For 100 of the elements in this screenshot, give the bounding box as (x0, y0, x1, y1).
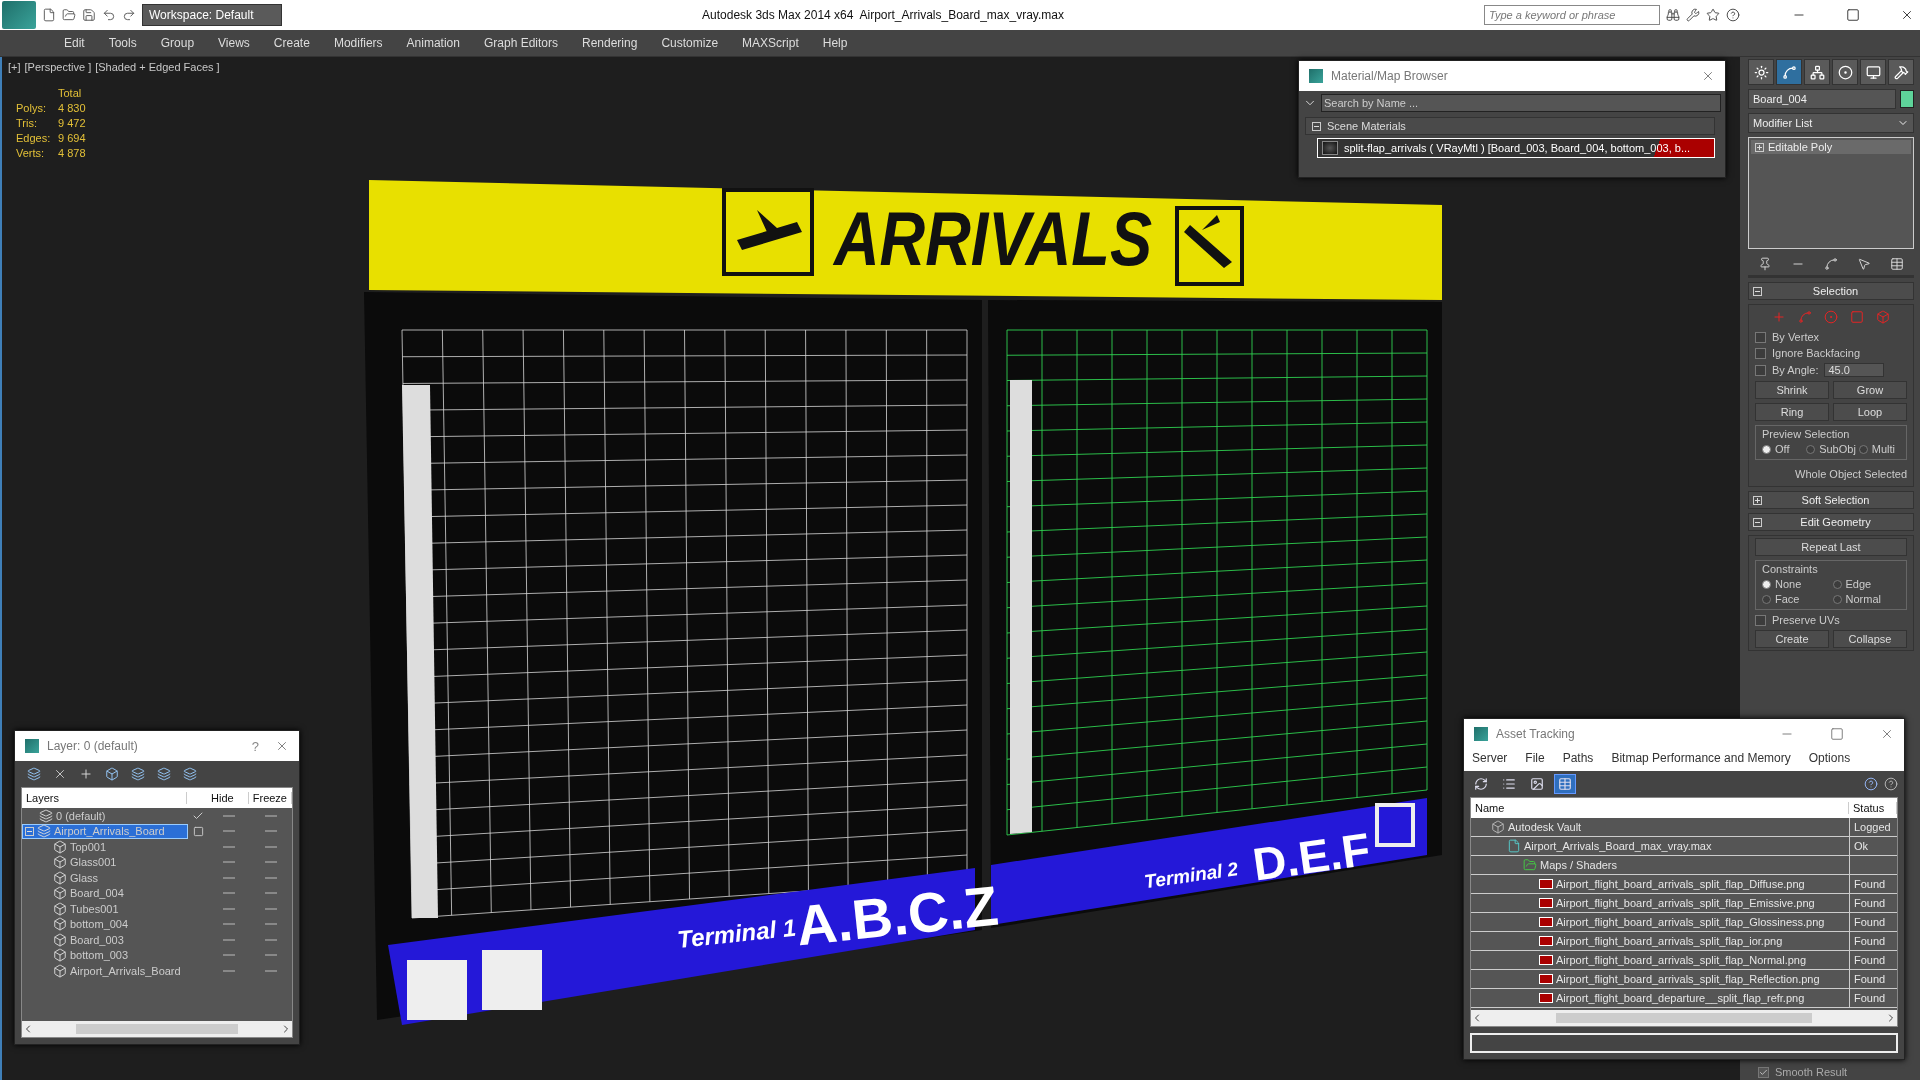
wrench-icon[interactable] (1686, 8, 1700, 22)
object-name-field[interactable]: Board_004 (1748, 89, 1896, 109)
search-field[interactable]: Search by Name ... (1321, 94, 1721, 112)
radio-dot[interactable] (1762, 579, 1771, 589)
close-icon[interactable] (1900, 8, 1914, 22)
object-name[interactable]: bottom_003 (70, 949, 129, 962)
menu-item[interactable]: Paths (1562, 751, 1594, 765)
panel-tab[interactable] (1776, 59, 1802, 85)
freeze-toggle[interactable] (265, 954, 277, 957)
horizontal-scrollbar[interactable] (22, 1021, 292, 1037)
expand-icon[interactable] (1312, 121, 1321, 131)
panel-tab[interactable] (1804, 59, 1830, 85)
menu-item[interactable]: Graph Editors (471, 36, 570, 50)
radio-dot[interactable] (1762, 594, 1771, 604)
menu-item[interactable]: Customize (649, 36, 731, 50)
select-object-icon[interactable] (105, 767, 119, 781)
search-field[interactable]: Type a keyword or phrase (1484, 5, 1660, 25)
freeze-layer-icon[interactable] (183, 767, 197, 781)
asset-row[interactable]: Airport_flight_board_arrivals_split_flap_Reflection.png Found (1471, 970, 1897, 989)
panel-tab[interactable] (1832, 59, 1858, 85)
hide-toggle[interactable] (223, 814, 235, 817)
hide-toggle[interactable] (223, 954, 235, 957)
rollout-header[interactable]: Edit Geometry (1748, 513, 1914, 531)
radio-option[interactable]: Normal (1832, 593, 1900, 605)
expand-icon[interactable] (1753, 495, 1762, 505)
expand-icon[interactable] (1755, 142, 1764, 152)
object-color-swatch[interactable] (1900, 90, 1914, 108)
freeze-toggle[interactable] (265, 861, 277, 864)
panel-tab[interactable] (1888, 59, 1914, 85)
new-layer-icon[interactable] (27, 767, 41, 781)
group-header[interactable]: Scene Materials (1305, 117, 1715, 135)
object-name[interactable]: bottom_004 (70, 918, 129, 931)
rollout-header[interactable]: Soft Selection (1748, 491, 1914, 509)
configure-icon[interactable] (1890, 257, 1905, 271)
checkbox[interactable] (1755, 614, 1766, 626)
border-icon[interactable] (1824, 310, 1838, 324)
object-name[interactable]: Airport_Arrivals_Board (70, 964, 181, 977)
stack-item[interactable]: Editable Poly (1751, 140, 1911, 154)
menu-item[interactable]: Bitmap Performance and Memory (1611, 751, 1791, 765)
asset-row[interactable]: Airport_Arrivals_Board_max_vray.max Ok (1471, 837, 1897, 856)
hide-toggle[interactable] (223, 876, 235, 879)
panel-tab[interactable] (1748, 59, 1774, 85)
undo-icon[interactable] (102, 8, 116, 22)
freeze-toggle[interactable] (265, 907, 277, 910)
asset-row[interactable]: Airport_flight_board_arrivals_split_flap_Diffuse.png Found (1471, 875, 1897, 894)
maximize-icon[interactable] (1846, 8, 1860, 22)
help-button[interactable]: ? (243, 738, 267, 754)
radio-option[interactable]: Edge (1832, 578, 1900, 590)
hide-toggle[interactable] (223, 830, 235, 833)
asset-row[interactable]: Autodesk Vault Logged (1471, 818, 1897, 837)
menu-item[interactable]: Animation (394, 36, 472, 50)
asset-row[interactable]: Airport_flight_board_arrivals_split_flap_Normal.png Found (1471, 951, 1897, 970)
viewport-label[interactable]: [Perspective ] (24, 61, 92, 73)
radio-option[interactable]: Multi (1858, 443, 1900, 455)
rollout-button[interactable]: Create (1755, 630, 1829, 648)
menu-item[interactable]: Help (810, 36, 860, 50)
rollout-header[interactable]: Selection (1748, 282, 1914, 300)
view-button[interactable] (1554, 774, 1576, 794)
element-icon[interactable] (1876, 310, 1890, 324)
column-header[interactable]: Status (1849, 802, 1897, 814)
delete-icon[interactable] (53, 767, 67, 781)
menu-item[interactable]: Options (1808, 751, 1851, 765)
pointer-icon[interactable] (1857, 257, 1872, 271)
hide-toggle[interactable] (223, 892, 235, 895)
redo-icon[interactable] (122, 8, 136, 22)
menu-item[interactable]: MAXScript (730, 36, 811, 50)
hide-toggle[interactable] (223, 861, 235, 864)
help-icon[interactable] (1726, 8, 1740, 22)
hide-toggle[interactable] (223, 845, 235, 848)
radio-dot[interactable] (1832, 579, 1842, 589)
asset-row[interactable]: Airport_flight_board_arrivals_split_flap_Emissive.png Found (1471, 894, 1897, 913)
column-header[interactable]: Name (1471, 802, 1849, 814)
freeze-toggle[interactable] (265, 892, 277, 895)
freeze-toggle[interactable] (265, 876, 277, 879)
checkbox-icon[interactable] (192, 825, 204, 837)
panel-tab[interactable] (1860, 59, 1886, 85)
radio-dot[interactable] (1806, 444, 1816, 454)
maximize-icon[interactable] (1830, 727, 1844, 741)
menu-item[interactable]: Tools (96, 36, 149, 50)
object-name[interactable]: Glass001 (70, 856, 117, 869)
menu-item[interactable]: Modifiers (321, 36, 395, 50)
rollout-button[interactable]: Grow (1833, 381, 1907, 399)
help-icon[interactable] (1864, 777, 1878, 791)
save-icon[interactable] (82, 8, 96, 22)
radio-option[interactable]: SubObj (1806, 443, 1856, 455)
menu-item[interactable]: Views (206, 36, 262, 50)
menu-item[interactable]: Server (1472, 751, 1508, 765)
radio-option[interactable]: Face (1762, 593, 1830, 605)
hide-toggle[interactable] (223, 907, 235, 910)
rollout-button[interactable]: Shrink (1755, 381, 1829, 399)
horizontal-scrollbar[interactable] (1471, 1010, 1897, 1026)
hide-toggle[interactable] (223, 938, 235, 941)
freeze-toggle[interactable] (265, 938, 277, 941)
repeat-last-button[interactable]: Repeat Last (1755, 538, 1907, 556)
expand-icon[interactable] (25, 826, 34, 836)
freeze-toggle[interactable] (265, 969, 277, 972)
object-name[interactable]: Board_004 (70, 887, 124, 900)
radio-dot[interactable] (1832, 594, 1842, 604)
add-icon[interactable] (79, 767, 93, 781)
radio-dot[interactable] (1858, 444, 1868, 454)
